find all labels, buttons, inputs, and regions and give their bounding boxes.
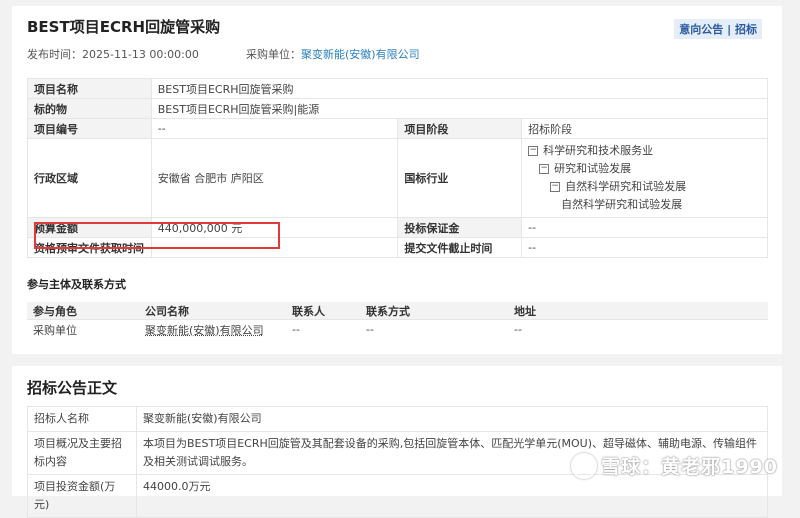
collapse-icon[interactable]: − [539, 164, 550, 174]
table-row: 标的物 BEST项目ECRH回旋管采购|能源 [27, 98, 769, 119]
column-header: 联系人 [286, 302, 360, 320]
column-header: 参与角色 [27, 302, 139, 320]
phone-cell: -- [366, 323, 374, 336]
tree-node-label: 研究和试验发展 [554, 162, 632, 175]
table-row: 项目名称 BEST项目ECRH回旋管采购 [27, 78, 769, 99]
table-row: 项目编号 -- 项目阶段 招标阶段 [27, 118, 768, 139]
deposit-value: -- [521, 217, 768, 238]
company-link[interactable]: 聚变新能(安徽)有限公司 [139, 320, 286, 340]
buyer-label: 采购单位： [246, 48, 301, 61]
table-row: 行政区域 安徽省 合肥市 庐阳区 国标行业 − 科学研究和技术服务业 − 研究和试验… [27, 138, 768, 218]
table-row: 项目投资金额(万元) 44000.0万元 [27, 474, 768, 518]
subject-label: 标的物 [27, 98, 152, 119]
notice-value: 聚变新能(安徽)有限公司 [136, 406, 768, 432]
parties-table: 参与角色 公司名称 联系人 联系方式 地址 采购单位 聚变新能(安徽)有限公司 … [27, 302, 768, 339]
watermark-text: 雪球：黄老邪1990 [601, 456, 778, 478]
role-cell: 采购单位 [33, 323, 77, 337]
notice-key: 项目概况及主要招标内容 [27, 431, 137, 475]
notice-value: 44000.0万元 [136, 474, 768, 518]
submit-deadline-value: -- [521, 237, 768, 258]
tree-node[interactable]: − 自然科学研究和试验发展 [528, 178, 761, 196]
project-no-value: -- [150, 118, 399, 139]
project-no-label: 项目编号 [27, 118, 152, 139]
region-label: 行政区域 [27, 138, 152, 218]
notice-key: 招标人名称 [27, 406, 137, 432]
notice-key: 项目投资金额(万元) [27, 474, 137, 518]
notice-title: 招标公告正文 [27, 379, 118, 397]
submit-deadline-label: 提交文件截止时间 [397, 237, 523, 258]
industry-label: 国标行业 [397, 138, 523, 218]
column-header: 公司名称 [139, 302, 286, 320]
page-title: BEST项目ECRH回旋管采购 [27, 18, 221, 36]
region-value: 安徽省 合肥市 庐阳区 [150, 138, 399, 218]
tree-node[interactable]: 自然科学研究和试验发展 [528, 196, 761, 214]
column-header: 地址 [508, 302, 768, 320]
column-header: 联系方式 [360, 302, 508, 320]
snowball-logo-icon [571, 452, 598, 479]
table-header-row: 参与角色 公司名称 联系人 联系方式 地址 [27, 302, 768, 320]
subject-value: BEST项目ECRH回旋管采购|能源 [150, 98, 769, 119]
project-name-label: 项目名称 [27, 78, 152, 99]
stage-label: 项目阶段 [397, 118, 523, 139]
buyer-info: 采购单位：聚变新能(安徽)有限公司 [246, 46, 420, 62]
deposit-label: 投标保证金 [397, 217, 523, 238]
stage-value: 招标阶段 [521, 118, 768, 139]
address-cell: -- [514, 323, 522, 336]
collapse-icon[interactable]: − [528, 146, 539, 156]
tag-intent-link[interactable]: 意向公告 [679, 23, 723, 36]
table-row: 招标人名称 聚变新能(安徽)有限公司 [27, 406, 768, 432]
tree-node[interactable]: − 科学研究和技术服务业 [528, 142, 761, 160]
collapse-icon[interactable]: − [550, 182, 561, 192]
tree-node-label: 科学研究和技术服务业 [543, 144, 654, 157]
tag-separator: | [727, 23, 732, 36]
parties-section-title: 参与主体及联系方式 [27, 278, 126, 291]
publish-time: 发布时间：2025-11-13 00:00:00 [27, 46, 199, 62]
watermark: 雪球：黄老邪1990 [571, 452, 778, 481]
project-name-value: BEST项目ECRH回旋管采购 [150, 78, 769, 99]
publish-time-label: 发布时间： [27, 48, 82, 61]
announcement-type-tags: 意向公告 | 招标 [674, 19, 762, 39]
tree-node[interactable]: − 研究和试验发展 [528, 160, 761, 178]
table-row: 采购单位 聚变新能(安徽)有限公司 -- -- -- [27, 320, 768, 340]
tree-node-label: 自然科学研究和试验发展 [565, 180, 687, 193]
publish-time-value: 2025-11-13 00:00:00 [82, 48, 199, 61]
buyer-link[interactable]: 聚变新能(安徽)有限公司 [301, 48, 420, 61]
contact-cell: -- [292, 323, 300, 336]
budget-highlight-box [34, 222, 280, 249]
tag-bid-link[interactable]: 招标 [735, 23, 757, 36]
industry-tree: − 科学研究和技术服务业 − 研究和试验发展 − 自然科学研究和试验发展 自然科学研究… [521, 138, 768, 218]
announcement-card: BEST项目ECRH回旋管采购 意向公告 | 招标 发布时间：2025-11-1… [12, 6, 782, 354]
tree-node-label: 自然科学研究和试验发展 [561, 198, 683, 211]
